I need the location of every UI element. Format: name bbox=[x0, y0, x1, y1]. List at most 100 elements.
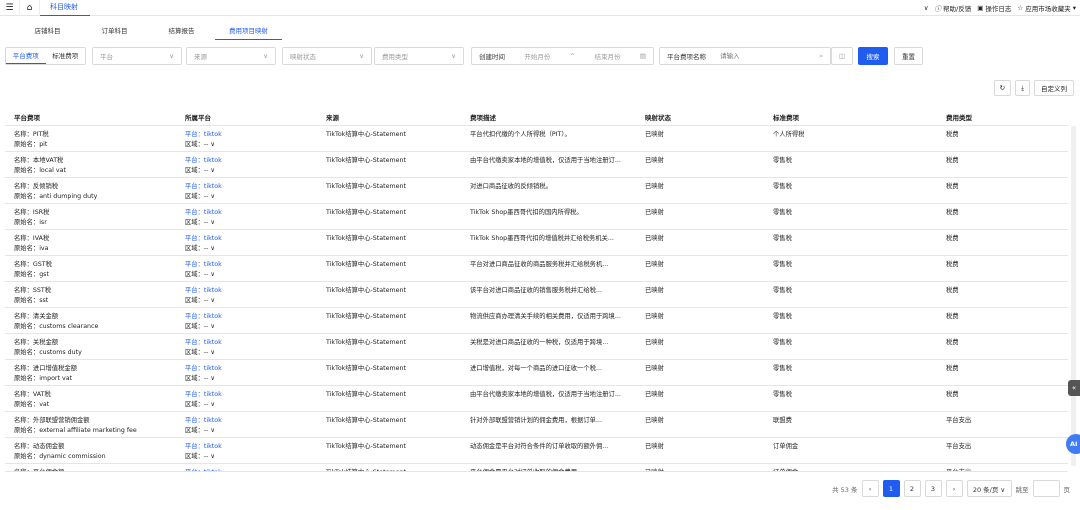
table-row[interactable]: 名称：进口增值税金额 原始名：import vat 平台：tiktok 区域：-- ∨… bbox=[5, 360, 1068, 386]
col-source: 来源 bbox=[326, 114, 339, 122]
download-button[interactable]: ⤓ bbox=[1015, 80, 1030, 96]
next-page[interactable]: › bbox=[945, 480, 963, 497]
seg-platform-fee[interactable]: 平台费项 bbox=[6, 48, 46, 64]
platform-text: 平台：tiktok bbox=[185, 339, 222, 346]
cell-std: 零售税 bbox=[773, 182, 792, 192]
cell-name: 名称：IVA税 原始名：iva bbox=[14, 234, 49, 254]
name-text: 名称：外部联盟营销佣金额 bbox=[14, 417, 90, 424]
date-range[interactable]: 创建时间 开始月份 ^ 结束月份 ▤ bbox=[471, 47, 654, 65]
search-input[interactable] bbox=[720, 52, 806, 60]
table-row[interactable]: 名称：ISR税 原始名：isr 平台：tiktok 区域：-- ∨ TikTok结算中心… bbox=[5, 204, 1068, 230]
table-scrollbar[interactable] bbox=[1071, 126, 1076, 466]
platform-select[interactable]: 平台 ∨ bbox=[92, 47, 182, 65]
seg-standard-fee[interactable]: 标准费项 bbox=[46, 48, 86, 64]
cell-desc: TikTok Shop墨西哥代扣的增值税并汇给税务机关... bbox=[470, 234, 635, 244]
std-text: 零售税 bbox=[773, 209, 792, 216]
region-text[interactable]: 区域：-- ∨ bbox=[185, 374, 222, 384]
cell-std: 联盟费 bbox=[773, 416, 792, 426]
fee-type-select[interactable]: 费用类型 ∨ bbox=[374, 47, 464, 65]
refresh-button[interactable]: ↻ bbox=[993, 80, 1012, 96]
region-text[interactable]: 区域：-- ∨ bbox=[185, 244, 222, 254]
cell-status: 已映射 bbox=[645, 260, 664, 270]
region-text[interactable]: 区域：-- ∨ bbox=[185, 140, 222, 150]
table-row[interactable]: 名称：清关金额 原始名：customs clearance 平台：tiktok 区域：… bbox=[5, 308, 1068, 334]
page-3[interactable]: 3 bbox=[924, 480, 942, 497]
std-text: 零售税 bbox=[773, 339, 792, 346]
page-2[interactable]: 2 bbox=[903, 480, 921, 497]
time-select[interactable]: 创建时间 bbox=[479, 51, 505, 61]
platform-text: 平台：tiktok bbox=[185, 391, 222, 398]
cell-platform: 平台：tiktok 区域：-- ∨ bbox=[185, 260, 222, 280]
table-row[interactable]: 名称：GST税 原始名：gst 平台：tiktok 区域：-- ∨ TikTok结算中心… bbox=[5, 256, 1068, 282]
platform-text: 平台：tiktok bbox=[185, 443, 222, 450]
source-select[interactable]: 来源 ∨ bbox=[186, 47, 276, 65]
reset-button[interactable]: 重置 bbox=[894, 47, 923, 65]
region-text[interactable]: 区域：-- ∨ bbox=[185, 270, 222, 280]
favorites-link[interactable]: ☆ 应用市场收藏夹 ▾ bbox=[1017, 3, 1076, 13]
page-size-select[interactable]: 20 条/页 ∨ bbox=[966, 480, 1012, 497]
region-text[interactable]: 区域：-- ∨ bbox=[185, 348, 222, 358]
table-row[interactable]: 名称：SST税 原始名：sst 平台：tiktok 区域：-- ∨ TikTok结算中心… bbox=[5, 282, 1068, 308]
tab-shop-subject[interactable]: 店铺科目 bbox=[14, 20, 81, 40]
col-status[interactable]: 映射状态 bbox=[645, 112, 671, 122]
prev-page[interactable]: ‹ bbox=[861, 480, 879, 497]
menu-icon[interactable]: ☰ bbox=[0, 0, 20, 16]
page-1[interactable]: 1 bbox=[882, 480, 900, 497]
region-text[interactable]: 区域：-- ∨ bbox=[185, 452, 222, 462]
log-icon: ▣ bbox=[977, 4, 984, 12]
table-row[interactable]: 名称：IVA税 原始名：iva 平台：tiktok 区域：-- ∨ TikTok结算中心… bbox=[5, 230, 1068, 256]
home-icon[interactable]: ⌂ bbox=[20, 0, 40, 16]
table-row[interactable]: 名称：外部联盟营销佣金额 原始名：external affiliate marke… bbox=[5, 412, 1068, 438]
table-row[interactable]: 名称：PIT税 原始名：pit 平台：tiktok 区域：-- ∨ TikTok结算中心… bbox=[5, 126, 1068, 152]
ai-assistant-button[interactable]: AI bbox=[1066, 434, 1080, 454]
help-icon: ⓘ bbox=[934, 5, 942, 13]
end-month[interactable]: 结束月份 bbox=[594, 51, 620, 61]
keyword-search[interactable]: 平台费项名称 ⌕ bbox=[659, 47, 831, 65]
start-month[interactable]: 开始月份 bbox=[524, 51, 550, 61]
custom-columns-button[interactable]: 自定义列 bbox=[1034, 80, 1074, 96]
help-link[interactable]: ⓘ 帮助/反馈 bbox=[935, 3, 972, 13]
region-text[interactable]: 区域：-- ∨ bbox=[185, 426, 222, 436]
chevron-down-icon: ∨ bbox=[359, 52, 364, 60]
region-text[interactable]: 区域：-- ∨ bbox=[185, 296, 222, 306]
table-row[interactable]: 名称：VAT税 原始名：vat 平台：tiktok 区域：-- ∨ TikTok结算中心… bbox=[5, 386, 1068, 412]
table-row[interactable]: 名称：平台佣金额原始名：platform commission 平台：tiktok… bbox=[5, 464, 1068, 471]
chevron-down-icon[interactable]: ∨ bbox=[924, 4, 929, 12]
cell-status: 已映射 bbox=[645, 130, 664, 140]
status-select[interactable]: 映射状态 ∨ bbox=[282, 47, 372, 65]
tab-order-subject[interactable]: 订单科目 bbox=[81, 20, 148, 40]
platform-text: 平台：tiktok bbox=[185, 183, 222, 190]
region-text[interactable]: 区域：-- ∨ bbox=[185, 400, 222, 410]
orig-text: 原始名：anti dumping duty bbox=[14, 193, 98, 200]
region-text[interactable]: 区域：-- ∨ bbox=[185, 218, 222, 228]
log-link[interactable]: ▣ 操作日志 bbox=[977, 3, 1011, 13]
region-text[interactable]: 区域：-- ∨ bbox=[185, 322, 222, 332]
type-text: 税费 bbox=[946, 183, 959, 190]
name-text: 名称：ISR税 bbox=[14, 209, 50, 216]
platform-text: 平台：tiktok bbox=[185, 365, 222, 372]
collapse-button[interactable]: « bbox=[1068, 380, 1080, 396]
name-text: 名称：进口增值税金额 bbox=[14, 365, 77, 372]
search-icon: ⌕ bbox=[819, 51, 823, 60]
batch-input-button[interactable]: ◫ bbox=[831, 47, 853, 65]
region-text[interactable]: 区域：-- ∨ bbox=[185, 192, 222, 202]
col-fee-type[interactable]: 费用类型 bbox=[946, 112, 972, 122]
status-text: 已映射 bbox=[645, 209, 664, 216]
tab-settlement-report[interactable]: 结算报告 bbox=[148, 20, 215, 40]
cell-desc: 进口增值税，对每一个商品的进口征收一个税... bbox=[470, 364, 635, 374]
source-text: TikTok结算中心-Statement bbox=[326, 417, 406, 424]
std-text: 零售税 bbox=[773, 261, 792, 268]
table-row[interactable]: 名称：反倾销税 原始名：anti dumping duty 平台：tiktok 区域：… bbox=[5, 178, 1068, 204]
fee-type-segment[interactable]: 平台费项 标准费项 bbox=[5, 47, 86, 65]
table-row[interactable]: 名称：动态佣金额 原始名：dynamic commission 平台：tiktok 区… bbox=[5, 438, 1068, 464]
search-button[interactable]: 搜索 bbox=[858, 47, 888, 65]
table-row[interactable]: 名称：关税金额 原始名：customs duty 平台：tiktok 区域：-- ∨ T… bbox=[5, 334, 1068, 360]
top-tab[interactable]: 科目映射 bbox=[40, 0, 90, 16]
jump-input[interactable] bbox=[1032, 480, 1060, 497]
field-select[interactable]: 平台费项名称 bbox=[667, 51, 706, 61]
tab-fee-mapping[interactable]: 费用项目映射 bbox=[215, 20, 282, 40]
calendar-icon: ▤ bbox=[639, 52, 646, 60]
region-text[interactable]: 区域：-- ∨ bbox=[185, 166, 222, 176]
table-row[interactable]: 名称：本地VAT税 原始名：local vat 平台：tiktok 区域：-- ∨ Ti… bbox=[5, 152, 1068, 178]
type-text: 平台支出 bbox=[946, 443, 972, 450]
